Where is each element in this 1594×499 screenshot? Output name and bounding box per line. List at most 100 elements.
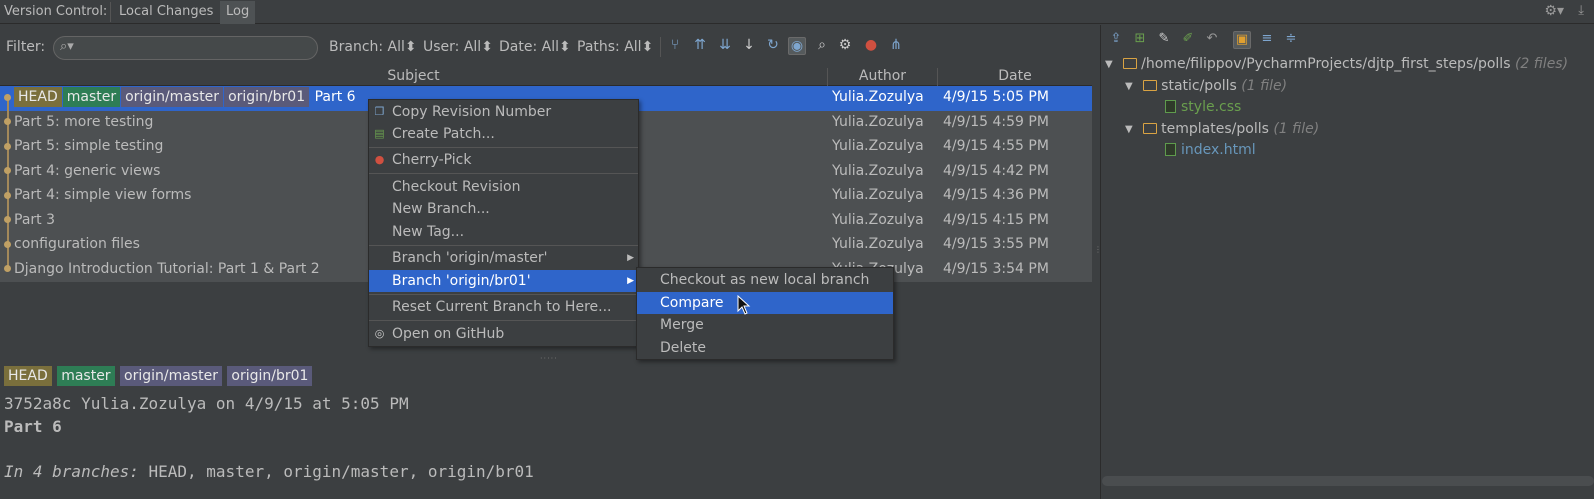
arrow-down-icon[interactable]: ↓	[740, 37, 758, 55]
menu-separator	[369, 320, 638, 321]
commit-node	[4, 118, 11, 125]
gear-icon[interactable]: ⚙▾	[1544, 3, 1564, 19]
file-count: (1 file)	[1273, 121, 1320, 137]
detail-tags: HEAD master origin/master origin/br01	[4, 366, 313, 386]
menu-label: Create Patch...	[392, 126, 495, 142]
search-icon: ⌕▾	[60, 39, 74, 54]
copy-icon: ❐	[374, 105, 385, 118]
tree-folder[interactable]: ▼ static/polls (1 file)	[1125, 78, 1287, 94]
tree-file[interactable]: index.html	[1165, 142, 1256, 158]
commit-author: Yulia.Zozulya	[832, 162, 924, 179]
show-diff-icon[interactable]: ⊞	[1131, 31, 1149, 49]
columns-icon[interactable]: ⋔	[887, 37, 905, 55]
commit-date: 4/9/15 4:55 PM	[943, 138, 1049, 154]
menu-label: Compare	[660, 295, 724, 311]
menu-label: Cherry-Pick	[392, 152, 472, 168]
user-filter-dropdown[interactable]: User: All⬍	[423, 39, 493, 55]
collapse-all-icon[interactable]: ≑	[1282, 31, 1300, 49]
branch-filter-dropdown[interactable]: Branch: All⬍	[329, 39, 417, 55]
file-name: index.html	[1181, 142, 1256, 158]
tree-root[interactable]: ▼ /home/filippov/PycharmProjects/djtp_fi…	[1105, 56, 1568, 72]
open-repository-icon[interactable]: ✐	[1179, 31, 1197, 49]
search-icon[interactable]: ⌕	[813, 37, 831, 55]
tag-master: master	[57, 366, 115, 386]
tree-folder[interactable]: ▼ templates/polls (1 file)	[1125, 121, 1319, 137]
tab-log[interactable]: Log	[220, 1, 256, 24]
menu-separator	[369, 147, 638, 148]
commit-node	[4, 241, 11, 248]
menu-item-create-patch[interactable]: ▤ Create Patch...	[369, 123, 638, 145]
date-filter-dropdown[interactable]: Date: All⬍	[499, 39, 571, 55]
expand-arrow-icon[interactable]: ▼	[1105, 59, 1113, 70]
menu-item-reset-branch[interactable]: Reset Current Branch to Here...	[369, 296, 638, 318]
edit-source-icon[interactable]: ✎	[1155, 31, 1173, 49]
paths-filter-dropdown[interactable]: Paths: All⬍	[577, 39, 653, 55]
menu-item-checkout-revision[interactable]: Checkout Revision	[369, 176, 638, 198]
commit-date: 4/9/15 3:54 PM	[943, 260, 1049, 277]
mouse-cursor-icon	[737, 295, 751, 315]
commit-subject: Part 5: more testing	[14, 113, 154, 130]
expand-icon[interactable]: ⇊	[716, 37, 734, 55]
changes-icon[interactable]: ⇪	[1107, 31, 1125, 49]
column-subject[interactable]: Subject	[0, 68, 828, 86]
collapse-icon[interactable]: ⇈	[691, 37, 709, 55]
menu-item-open-github[interactable]: ◎ Open on GitHub	[369, 323, 638, 345]
tab-local-changes[interactable]: Local Changes	[113, 1, 219, 24]
menu-item-new-tag[interactable]: New Tag...	[369, 221, 638, 243]
expand-all-icon[interactable]: ≡	[1258, 31, 1276, 49]
menu-label: New Tag...	[392, 224, 465, 240]
tag-head: HEAD	[14, 87, 62, 107]
submenu-item-checkout-new-local[interactable]: Checkout as new local branch	[637, 269, 893, 291]
paths-filter-label: Paths: All	[577, 39, 642, 55]
minimize-icon[interactable]: ⤓	[1578, 3, 1584, 18]
submenu-item-delete[interactable]: Delete	[637, 337, 893, 359]
revert-icon[interactable]: ↶	[1203, 31, 1221, 49]
commit-details-pane: HEAD master origin/master origin/br01 37…	[0, 362, 1092, 499]
expand-arrow-icon[interactable]: ▼	[1125, 124, 1133, 135]
menu-item-copy-revision[interactable]: ❐ Copy Revision Number	[369, 101, 638, 123]
file-count: (1 file)	[1241, 78, 1288, 94]
column-author[interactable]: Author	[828, 68, 938, 86]
menu-item-branch-origin-master[interactable]: Branch 'origin/master' ▶	[369, 247, 638, 269]
menu-item-cherry-pick[interactable]: ● Cherry-Pick	[369, 149, 638, 171]
commit-date: 4/9/15 5:05 PM	[943, 89, 1049, 105]
tag-master: master	[62, 87, 121, 107]
gear-icon[interactable]: ⚙	[836, 37, 854, 55]
group-by-directory-icon[interactable]: ▣	[1233, 31, 1251, 49]
vertical-splitter[interactable]: ⋮	[1092, 25, 1102, 499]
commit-date: 4/9/15 4:59 PM	[943, 113, 1049, 130]
cherry-pick-icon[interactable]: ●	[862, 37, 880, 55]
horizontal-scrollbar[interactable]	[1102, 476, 1594, 486]
log-table-header: Subject Author Date	[0, 68, 1092, 86]
commit-node	[4, 265, 11, 272]
menu-label: New Branch...	[392, 201, 490, 217]
menu-label: Branch 'origin/br01'	[392, 273, 531, 289]
column-date[interactable]: Date	[938, 68, 1092, 86]
menu-label: Merge	[660, 317, 704, 333]
submenu-item-compare[interactable]: Compare	[637, 292, 893, 314]
refresh-icon[interactable]: ↻	[764, 37, 782, 55]
tree-file[interactable]: style.css	[1165, 99, 1241, 115]
horizontal-splitter[interactable]: ·····	[0, 354, 1092, 363]
submenu-arrow-icon: ▶	[627, 276, 634, 286]
submenu-item-merge[interactable]: Merge	[637, 314, 893, 336]
filter-search-input[interactable]: ⌕▾	[53, 36, 318, 60]
menu-item-new-branch[interactable]: New Branch...	[369, 198, 638, 220]
expand-arrow-icon[interactable]: ▼	[1125, 81, 1133, 92]
menu-label: Open on GitHub	[392, 326, 505, 342]
menu-label: Reset Current Branch to Here...	[392, 299, 612, 315]
folder-icon	[1143, 80, 1158, 91]
date-filter-label: Date: All	[499, 39, 559, 55]
branches-prefix: In 4 branches:	[4, 462, 139, 481]
tag-origin-master: origin/master	[120, 366, 222, 386]
graph-icon[interactable]: ⑂	[666, 37, 684, 55]
commit-node	[4, 216, 11, 223]
menu-label: Checkout Revision	[392, 179, 521, 195]
highlight-icon[interactable]: ◉	[788, 37, 806, 55]
menu-label: Copy Revision Number	[392, 104, 552, 120]
menu-item-branch-origin-br01[interactable]: Branch 'origin/br01' ▶	[369, 270, 638, 292]
tree-root-path: /home/filippov/PycharmProjects/djtp_firs…	[1141, 56, 1511, 72]
context-menu: ❐ Copy Revision Number ▤ Create Patch... ●…	[368, 99, 639, 347]
changed-files-pane: ⇪ ⊞ ✎ ✐ ↶ ▣ ≡ ≑ ▼ /home/filippov/Pycharm…	[1100, 25, 1594, 499]
commit-subject: Part 4: simple view forms	[14, 187, 192, 203]
